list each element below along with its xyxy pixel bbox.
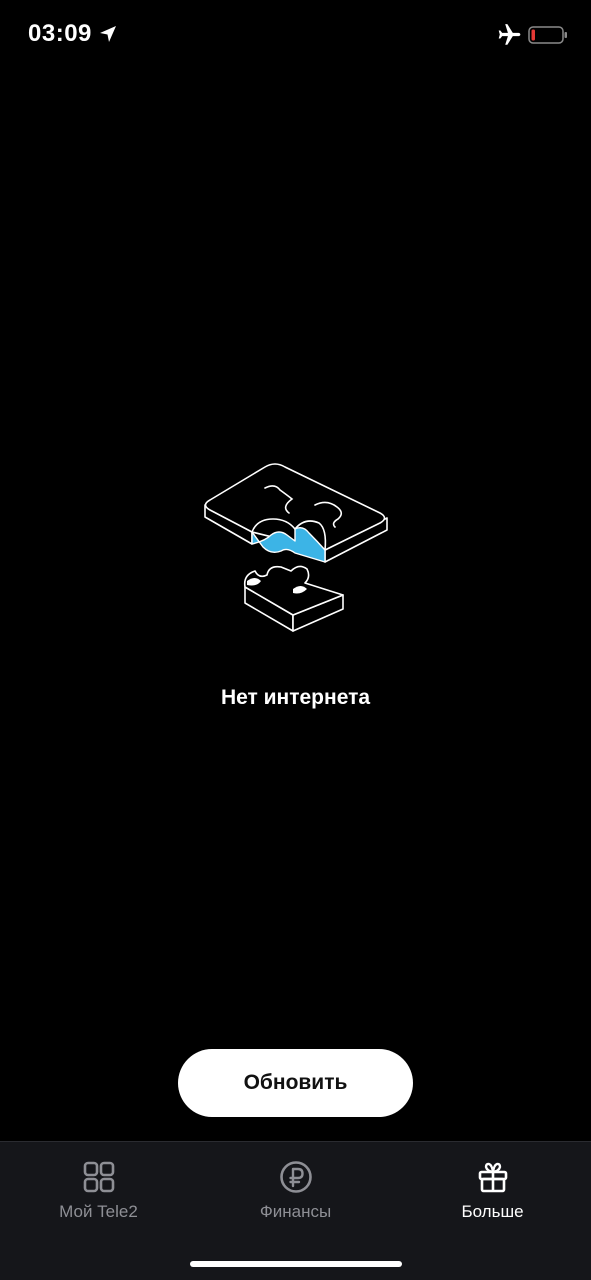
tab-label-more: Больше [461,1202,524,1221]
tab-label-my-tele2: Мой Tele2 [59,1202,138,1221]
tab-my-tele2[interactable]: Мой Tele2 [0,1142,197,1242]
ruble-icon [279,1161,312,1193]
home-indicator[interactable] [190,1261,402,1267]
location-icon [100,26,116,42]
status-time: 03:09 [28,20,92,47]
refresh-button[interactable]: Обновить [178,1049,413,1117]
tab-bar: Мой Tele2 Финансы Больше [0,1141,591,1280]
tab-label-finances: Финансы [259,1202,332,1221]
gift-icon [478,1162,507,1193]
tab-finances[interactable]: Финансы [197,1142,394,1242]
puzzle-illustration [204,463,388,632]
tab-more[interactable]: Больше [394,1142,591,1242]
no-internet-message: Нет интернета [220,686,371,709]
status-bar: 03:09 [0,0,591,72]
battery-icon [528,26,567,44]
airplane-icon [498,24,521,45]
grid-icon [83,1161,114,1193]
